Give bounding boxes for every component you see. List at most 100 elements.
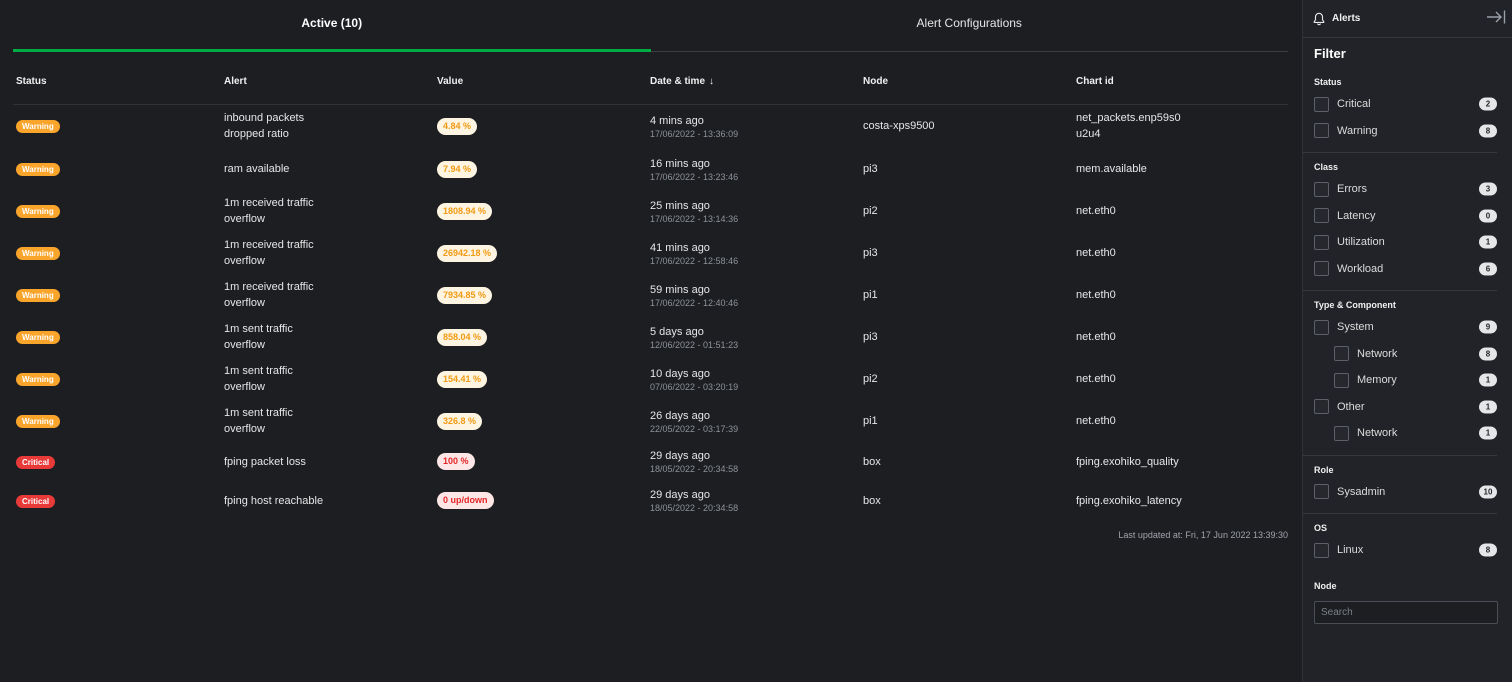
filter-option-label: Network xyxy=(1357,347,1398,360)
cell-node: pi3 xyxy=(860,148,1073,190)
filter-option-memory[interactable]: Memory 1 xyxy=(1303,367,1497,394)
time-ago: 26 days ago xyxy=(650,409,710,422)
alert-name-continued[interactable]: overflow xyxy=(224,339,265,351)
column-header-chart-id[interactable]: Chart id xyxy=(1073,60,1288,105)
table-row[interactable]: Warning 1m received traffic overflow 26942.… xyxy=(13,232,1288,274)
checkbox[interactable] xyxy=(1314,181,1329,197)
checkbox[interactable] xyxy=(1314,542,1329,558)
cell-node: pi1 xyxy=(860,274,1073,316)
table-row[interactable]: Warning 1m received traffic overflow 1808.9… xyxy=(13,190,1288,232)
column-header-status[interactable]: Status xyxy=(13,60,221,105)
count-badge: 6 xyxy=(1479,262,1497,276)
checkbox[interactable] xyxy=(1314,96,1329,112)
filter-option-latency[interactable]: Latency 0 xyxy=(1303,203,1497,230)
filter-option-linux[interactable]: Linux 8 xyxy=(1303,537,1497,564)
table-row[interactable]: Warning 1m sent traffic overflow 858.04 % 5 … xyxy=(13,316,1288,358)
table-row[interactable]: Critical fping packet loss 100 % 29 days ag… xyxy=(13,442,1288,481)
cell-date-time: 26 days ago 22/05/2022 - 03:17:39 xyxy=(647,400,860,442)
checkbox[interactable] xyxy=(1334,425,1349,441)
table-row[interactable]: Warning 1m sent traffic overflow 326.8 % 26 … xyxy=(13,400,1288,442)
filter-option-utilization[interactable]: Utilization 1 xyxy=(1303,229,1497,256)
chart-id: net.eth0 xyxy=(1076,205,1116,217)
filter-option-warning[interactable]: Warning 8 xyxy=(1303,118,1497,145)
column-header-date-time-label: Date & time xyxy=(650,76,706,88)
timestamp: 17/06/2022 - 13:23:46 xyxy=(650,171,739,182)
checkbox[interactable] xyxy=(1314,399,1329,415)
count-badge: 1 xyxy=(1479,400,1497,414)
alert-name[interactable]: fping host reachable xyxy=(224,495,323,507)
filter-option-label: Sysadmin xyxy=(1337,485,1386,498)
alert-name-continued[interactable]: overflow xyxy=(224,213,265,225)
filter-option-workload[interactable]: Workload 6 xyxy=(1303,256,1497,283)
alert-name[interactable]: inbound packets xyxy=(224,112,304,124)
main-panel: Active (10) Alert Configurations Status … xyxy=(0,0,1302,682)
column-header-value[interactable]: Value xyxy=(434,60,647,105)
alert-name[interactable]: ram available xyxy=(224,163,289,175)
checkbox[interactable] xyxy=(1314,123,1329,139)
filter-option-sysadmin[interactable]: Sysadmin 10 xyxy=(1303,479,1497,506)
checkbox[interactable] xyxy=(1334,346,1349,362)
column-header-date-time[interactable]: Date & time ↓ xyxy=(647,60,860,105)
cell-date-time: 16 mins ago 17/06/2022 - 13:23:46 xyxy=(647,148,860,190)
cell-node: pi2 xyxy=(860,190,1073,232)
alert-name[interactable]: 1m sent traffic xyxy=(224,323,293,335)
alert-name[interactable]: 1m sent traffic xyxy=(224,365,293,377)
sidebar-header: Alerts xyxy=(1303,0,1512,38)
alert-name[interactable]: 1m received traffic xyxy=(224,197,314,209)
table-row[interactable]: Warning inbound packets dropped ratio 4.84 … xyxy=(13,104,1288,148)
filter-group-title: Role xyxy=(1314,464,1334,475)
alert-name-continued[interactable]: overflow xyxy=(224,297,265,309)
cell-node: box xyxy=(860,481,1073,520)
table-row[interactable]: Warning 1m sent traffic overflow 154.41 % 10… xyxy=(13,358,1288,400)
table-row[interactable]: Warning ram available 7.94 % 16 mins ago 17/… xyxy=(13,148,1288,190)
filter-option-errors[interactable]: Errors 3 xyxy=(1303,176,1497,203)
filter-option-other[interactable]: Other 1 xyxy=(1303,394,1497,421)
table-row[interactable]: Warning 1m received traffic overflow 7934.8… xyxy=(13,274,1288,316)
filter-title: Filter xyxy=(1314,46,1346,61)
filter-option-critical[interactable]: Critical 2 xyxy=(1303,91,1497,118)
filter-option-network[interactable]: Network 1 xyxy=(1303,420,1497,447)
filter-option-system[interactable]: System 9 xyxy=(1303,314,1497,341)
filter-group-status: Status Critical 2 Warning 8 xyxy=(1303,68,1497,153)
alert-name-continued[interactable]: overflow xyxy=(224,255,265,267)
cell-alert: 1m received traffic overflow xyxy=(221,190,434,232)
column-header-alert[interactable]: Alert xyxy=(221,60,434,105)
filter-option-network[interactable]: Network 8 xyxy=(1303,341,1497,368)
tab-alert-configurations[interactable]: Alert Configurations xyxy=(651,0,1289,51)
checkbox[interactable] xyxy=(1314,319,1329,335)
node-search-input[interactable] xyxy=(1314,600,1498,624)
value-pill: 154.41 % xyxy=(437,370,488,388)
alert-name-continued[interactable]: dropped ratio xyxy=(224,128,289,140)
filter-group-role: Role Sysadmin 10 xyxy=(1303,456,1497,514)
alert-name[interactable]: 1m sent traffic xyxy=(224,407,293,419)
filter-groups: Status Critical 2 Warning 8 Class Errors 3 Laten… xyxy=(1303,68,1512,572)
value-pill: 26942.18 % xyxy=(437,244,498,262)
status-badge: Warning xyxy=(16,415,60,428)
chart-id: mem.available xyxy=(1076,163,1147,175)
filter-group-class: Class Errors 3 Latency 0 Utilization 1 Workload… xyxy=(1303,153,1497,291)
alert-name[interactable]: fping packet loss xyxy=(224,456,306,468)
cell-node: pi2 xyxy=(860,358,1073,400)
alert-name[interactable]: 1m received traffic xyxy=(224,281,314,293)
cell-date-time: 29 days ago 18/05/2022 - 20:34:58 xyxy=(647,442,860,481)
collapse-sidebar-icon[interactable] xyxy=(1486,9,1506,25)
cell-status: Critical xyxy=(13,481,221,520)
table-row[interactable]: Critical fping host reachable 0 up/down 29 … xyxy=(13,481,1288,520)
checkbox[interactable] xyxy=(1334,372,1349,388)
checkbox[interactable] xyxy=(1314,484,1329,500)
tab-active[interactable]: Active (10) xyxy=(13,0,651,52)
chart-id: net.eth0 xyxy=(1076,247,1116,259)
alert-name-continued[interactable]: overflow xyxy=(224,423,265,435)
column-header-node[interactable]: Node xyxy=(860,60,1073,105)
cell-alert: 1m received traffic overflow xyxy=(221,274,434,316)
cell-date-time: 10 days ago 07/06/2022 - 03:20:19 xyxy=(647,358,860,400)
sidebar-title: Alerts xyxy=(1332,13,1361,24)
alert-name-continued[interactable]: overflow xyxy=(224,381,265,393)
cell-alert: inbound packets dropped ratio xyxy=(221,104,434,148)
checkbox[interactable] xyxy=(1314,261,1329,277)
alert-name[interactable]: 1m received traffic xyxy=(224,239,314,251)
checkbox[interactable] xyxy=(1314,234,1329,250)
count-badge: 8 xyxy=(1479,124,1497,138)
checkbox[interactable] xyxy=(1314,208,1329,224)
chart-id: net.eth0 xyxy=(1076,415,1116,427)
